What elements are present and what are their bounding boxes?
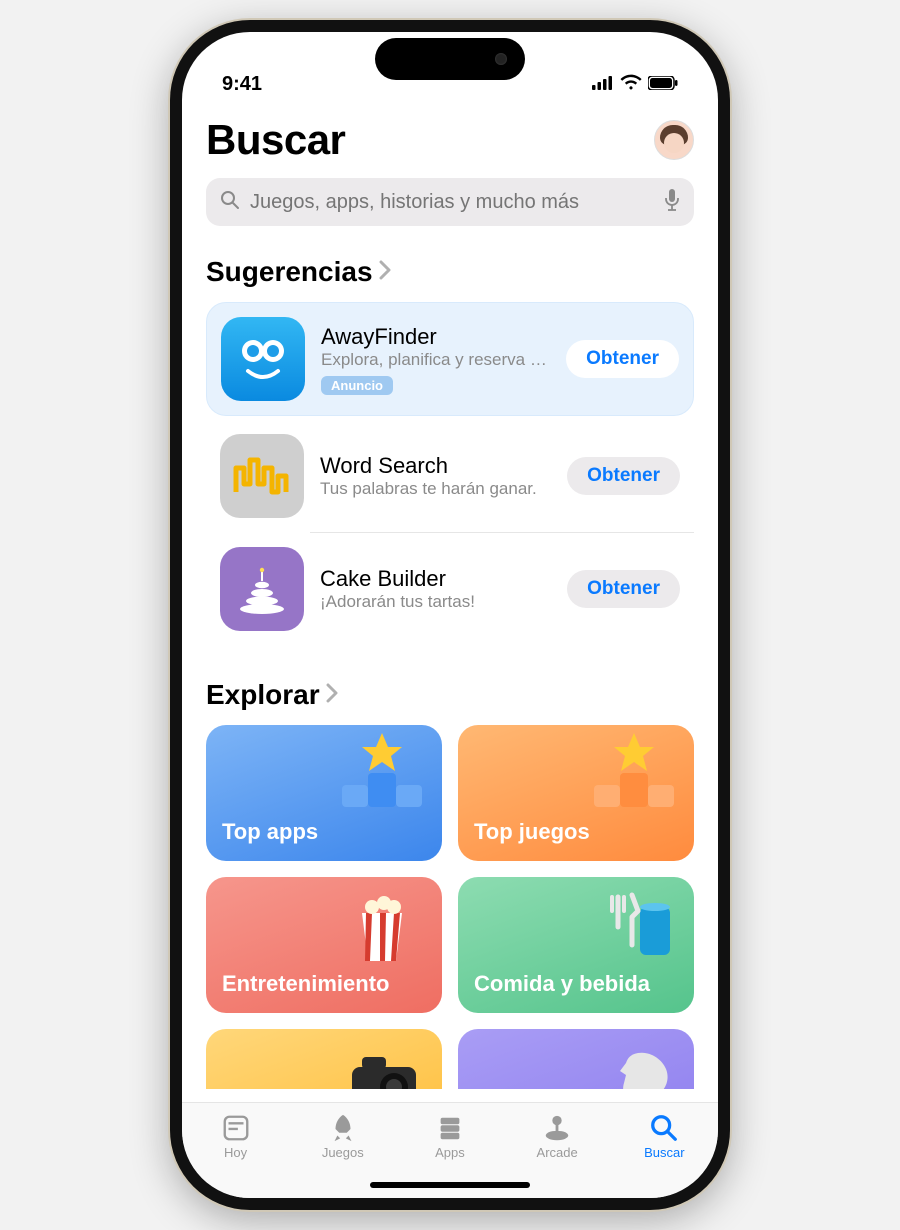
explore-card-label: Comida y bebida <box>474 971 650 997</box>
profile-avatar[interactable] <box>654 120 694 160</box>
home-indicator[interactable] <box>370 1182 530 1188</box>
suggestions-header[interactable]: Sugerencias <box>206 256 694 288</box>
ad-badge: Anuncio <box>321 376 393 395</box>
tab-arcade[interactable]: Arcade <box>517 1113 597 1160</box>
screen: 9:41 Buscar <box>182 32 718 1198</box>
explore-card-partial[interactable] <box>458 1029 694 1089</box>
suggestion-item-sponsored[interactable]: AwayFinder Explora, planifica y reserva … <box>206 302 694 416</box>
tab-label: Juegos <box>322 1145 364 1160</box>
page-title: Buscar <box>206 116 345 164</box>
podium-icon <box>332 733 432 813</box>
app-meta: AwayFinder Explora, planifica y reserva … <box>321 324 550 395</box>
tab-label: Arcade <box>537 1145 578 1160</box>
chevron-right-icon <box>326 683 339 708</box>
explore-card-label: Top apps <box>222 819 318 845</box>
explore-title: Explorar <box>206 679 320 711</box>
suggestion-item[interactable]: Word Search Tus palabras te harán ganar.… <box>206 416 694 532</box>
explore-header[interactable]: Explorar <box>206 679 694 711</box>
app-meta: Word Search Tus palabras te harán ganar. <box>320 453 551 499</box>
search-bar[interactable] <box>206 178 694 226</box>
explore-card-label: Entretenimiento <box>222 971 389 997</box>
app-meta: Cake Builder ¡Adorarán tus tartas! <box>320 566 551 612</box>
wifi-icon <box>620 73 642 96</box>
app-subtitle: Tus palabras te harán ganar. <box>320 479 551 499</box>
dynamic-island <box>375 38 525 80</box>
content: Buscar Sugerencias <box>182 102 718 1102</box>
tab-apps[interactable]: Apps <box>410 1113 490 1160</box>
cellular-icon <box>592 73 614 96</box>
explore-grid-row-partial <box>206 1029 694 1089</box>
tab-games[interactable]: Juegos <box>303 1113 383 1160</box>
header: Buscar <box>206 116 694 164</box>
app-icon-cakebuilder <box>220 547 304 631</box>
explore-card-food-drink[interactable]: Comida y bebida <box>458 877 694 1013</box>
food-drink-icon <box>584 885 684 965</box>
rocket-icon <box>327 1113 359 1143</box>
status-indicators <box>592 73 678 96</box>
tab-label: Apps <box>435 1145 465 1160</box>
camera-icon <box>332 1037 432 1089</box>
knight-icon <box>584 1037 684 1089</box>
explore-card-entertainment[interactable]: Entretenimiento <box>206 877 442 1013</box>
get-button[interactable]: Obtener <box>566 340 679 378</box>
get-button[interactable]: Obtener <box>567 570 680 608</box>
apps-icon <box>434 1113 466 1143</box>
app-icon-wordsearch <box>220 434 304 518</box>
search-icon <box>648 1113 680 1143</box>
tab-label: Hoy <box>224 1145 247 1160</box>
get-button[interactable]: Obtener <box>567 457 680 495</box>
app-subtitle: ¡Adorarán tus tartas! <box>320 592 551 612</box>
search-icon <box>220 190 240 215</box>
battery-icon <box>648 73 678 96</box>
explore-card-label: Top juegos <box>474 819 590 845</box>
tab-search[interactable]: Buscar <box>624 1113 704 1160</box>
app-name: Word Search <box>320 453 551 479</box>
tab-today[interactable]: Hoy <box>196 1113 276 1160</box>
explore-card-top-apps[interactable]: Top apps <box>206 725 442 861</box>
status-time: 9:41 <box>222 73 262 96</box>
app-subtitle: Explora, planifica y reserva v... <box>321 350 550 370</box>
search-input[interactable] <box>250 191 654 214</box>
phone-frame: 9:41 Buscar <box>170 20 730 1210</box>
suggestions-title: Sugerencias <box>206 256 373 288</box>
podium-icon <box>584 733 684 813</box>
app-icon-awayfinder <box>221 317 305 401</box>
explore-card-top-games[interactable]: Top juegos <box>458 725 694 861</box>
app-name: Cake Builder <box>320 566 551 592</box>
today-icon <box>220 1113 252 1143</box>
arcade-icon <box>541 1113 573 1143</box>
app-name: AwayFinder <box>321 324 550 350</box>
explore-card-partial[interactable] <box>206 1029 442 1089</box>
popcorn-icon <box>332 885 432 965</box>
tab-label: Buscar <box>644 1145 684 1160</box>
suggestion-item[interactable]: Cake Builder ¡Adorarán tus tartas! Obten… <box>206 533 694 645</box>
explore-grid: Top apps Top juegos Entretenimiento Comi… <box>206 725 694 1013</box>
chevron-right-icon <box>379 260 392 285</box>
microphone-icon[interactable] <box>664 189 680 216</box>
